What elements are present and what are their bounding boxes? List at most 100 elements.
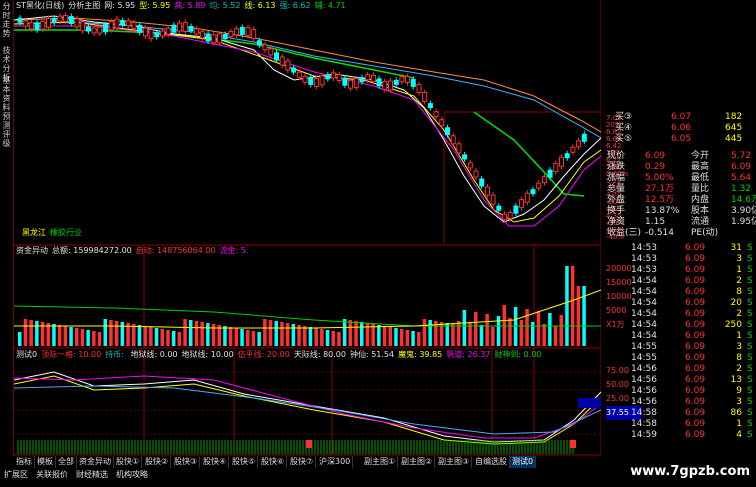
tick-time: 14:54	[631, 298, 657, 308]
bottom-tab[interactable]: 副主图①	[362, 456, 399, 468]
volume-bar	[114, 321, 119, 346]
volume-bar	[474, 312, 478, 346]
ind2-g: 钟仙: 51.54	[349, 350, 395, 359]
candle-body	[120, 20, 126, 26]
candle-body	[576, 140, 582, 148]
volume-bar	[206, 323, 210, 346]
tick-volume: 9	[736, 386, 742, 396]
tick-volume: 86	[730, 408, 742, 418]
chart-area[interactable]: ST黑化(日线) 分析主图 网: 5.95 型: 5.95 病: 5.89 均: 5.52…	[14, 0, 642, 470]
candle-body	[268, 48, 274, 56]
indicator-xing: 型: 5.95	[139, 1, 171, 10]
bottom-tab[interactable]: 自编选股	[473, 456, 510, 468]
volume-bar	[18, 332, 22, 346]
quote-row: 买④ 6.06 645	[603, 123, 756, 134]
candle-body	[325, 74, 331, 80]
tick-row: 14:55 6.09 8 S	[603, 353, 756, 364]
bottom-tab-secondary[interactable]: 机构攻略	[114, 469, 150, 481]
bottom-tab[interactable]: 指标	[14, 456, 35, 468]
candle-body	[57, 15, 63, 22]
stat-value-2: 1.32	[731, 184, 752, 194]
buy-signal-marker	[570, 440, 576, 448]
bottom-tab[interactable]: 股快③	[172, 456, 201, 468]
bottom-tab[interactable]: 模板	[35, 456, 56, 468]
volume-bar	[69, 327, 73, 346]
tab-forecast[interactable]: 预测评级	[1, 112, 12, 152]
volume-bar	[211, 324, 216, 346]
bottom-tab-secondary[interactable]: 关联报价	[34, 469, 70, 481]
volume-bar	[354, 321, 358, 346]
bottom-tab-secondary[interactable]: 扩展区	[2, 469, 30, 481]
volume-bar	[337, 332, 341, 346]
quote-volume: 445	[725, 134, 743, 144]
candle-body	[285, 60, 291, 71]
volume-bar	[132, 324, 136, 346]
volume-bar	[342, 319, 347, 346]
quote-panel: 买③ 6.07 182 买④ 6.06 645 买⑤ 6.05 445 现价 6.09 今开 5.72 涨…	[603, 112, 756, 460]
bottom-tab[interactable]: 股快①	[114, 456, 143, 468]
tab-intraday[interactable]: 分时走势	[1, 2, 12, 44]
tick-price: 6.09	[685, 287, 706, 297]
bottom-tab-secondary[interactable]: 财经精选	[74, 469, 110, 481]
volume-bar	[479, 325, 484, 346]
candle-body	[296, 71, 302, 78]
volume-bar	[86, 330, 90, 346]
tab-fundamentals[interactable]: 基本资料	[1, 76, 12, 116]
volume-bar	[382, 326, 387, 346]
tick-side: S	[747, 320, 753, 330]
candle-body	[46, 17, 51, 28]
volume-ma-yellow	[14, 289, 601, 329]
candle-body	[63, 14, 69, 22]
bottom-tab[interactable]: 股快⑤	[230, 456, 259, 468]
candle-body	[422, 92, 428, 103]
kline-chart[interactable]	[14, 0, 601, 456]
stat-value-2: 5.72	[731, 151, 752, 161]
candle-body	[507, 212, 513, 220]
volume-bar	[200, 322, 204, 346]
volume-bar	[559, 315, 563, 346]
volume-bar	[280, 322, 284, 346]
volume-bar	[234, 328, 239, 346]
candle-body	[410, 78, 416, 87]
volume-bar	[303, 326, 307, 346]
bottom-tab[interactable]: 沪深300	[317, 456, 354, 468]
tick-side: S	[747, 386, 753, 396]
volume-bar	[160, 329, 164, 346]
candle-body	[131, 22, 137, 30]
bottom-tab[interactable]: 测试0	[510, 456, 537, 468]
volume-bar	[240, 329, 244, 346]
bottom-tab[interactable]: 资金异动	[77, 456, 114, 468]
tick-side: S	[747, 353, 753, 363]
candle-body	[490, 194, 496, 205]
stat-label-2: 量比	[691, 184, 710, 194]
watermark: www.7gpzb.com	[630, 464, 750, 479]
bottom-tab[interactable]: 股快④	[201, 456, 230, 468]
stat-row: 总量 27.1万 量比 1.32	[603, 184, 756, 195]
stat-row: 换手 13.87% 股本 3.90亿	[603, 206, 756, 217]
stat-label: 涨跌	[607, 162, 626, 172]
tick-time: 14:54	[631, 276, 657, 286]
stat-label: 净资	[607, 217, 626, 227]
volume-bar	[75, 328, 79, 346]
volume-bar	[536, 311, 541, 346]
candle-body	[331, 72, 336, 79]
bottom-tab[interactable]: 全部	[56, 456, 77, 468]
ind2-c: 地狱线: 0.00	[130, 350, 178, 359]
volume-bar	[320, 329, 324, 346]
candle-body	[462, 154, 468, 160]
tick-time: 14:54	[631, 309, 657, 319]
bottom-tab[interactable]: 股快⑥	[259, 456, 288, 468]
candle-body	[34, 22, 40, 31]
volume-bar	[308, 327, 313, 346]
candle-body	[245, 27, 251, 37]
bottom-tab[interactable]: 股快②	[143, 456, 172, 468]
stat-label-2: 最低	[691, 173, 710, 183]
volume-bar	[388, 327, 392, 346]
candle-body	[370, 74, 376, 82]
bottom-tab[interactable]: 副主图③	[436, 456, 473, 468]
stat-value: 12.5万	[645, 195, 675, 205]
bottom-tab[interactable]: 副主图②	[399, 456, 436, 468]
bottom-tab[interactable]: 股快⑦	[288, 456, 317, 468]
tick-time: 14:54	[631, 320, 657, 330]
volume-bar	[314, 328, 318, 346]
